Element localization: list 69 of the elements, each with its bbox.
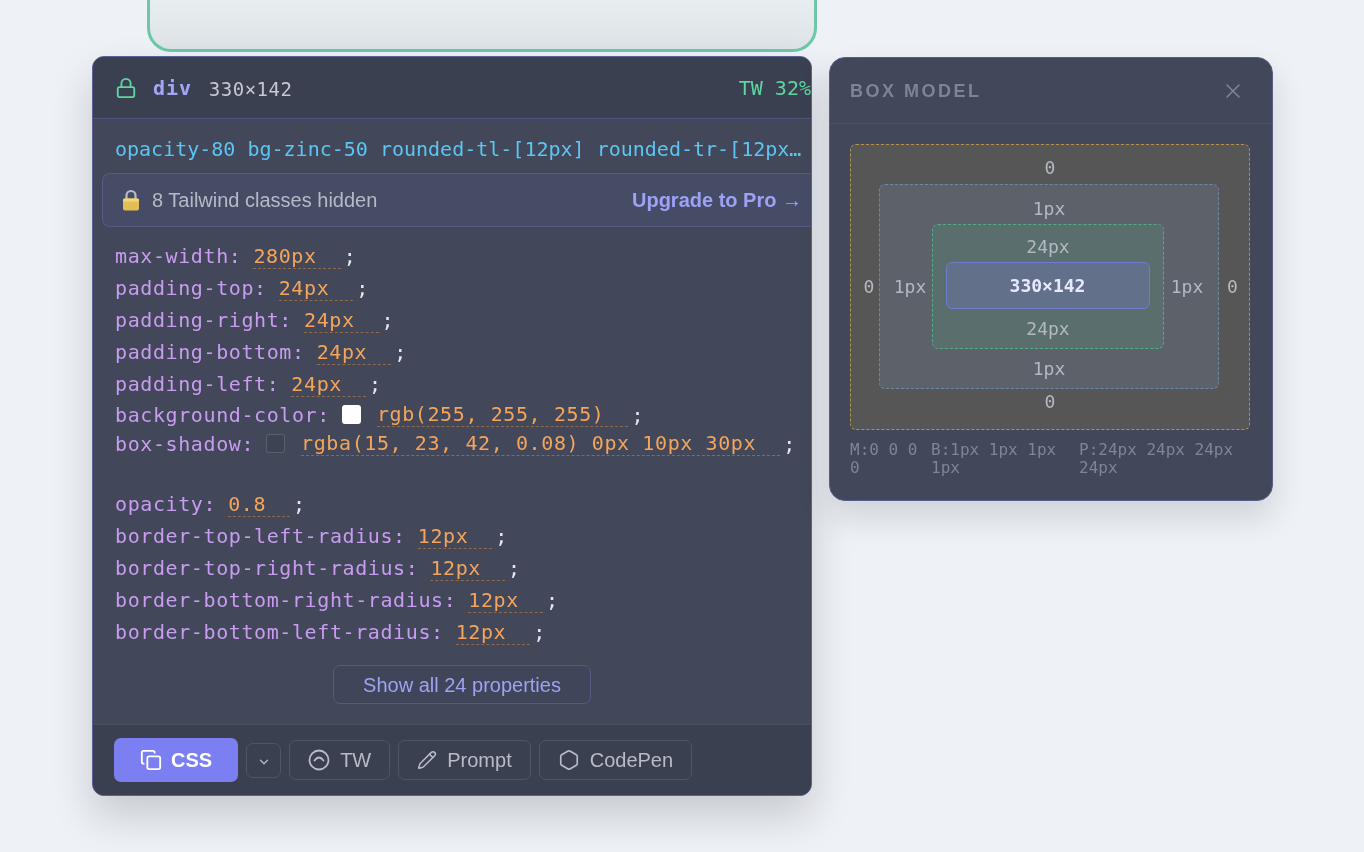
css-semicolon: ; xyxy=(368,371,382,398)
css-property: border-bottom-left-radius: xyxy=(115,619,444,646)
css-value[interactable]: 12px xyxy=(455,619,531,645)
box-summary-text: P:24px 24px 24px 24px xyxy=(1079,441,1235,477)
css-property: opacity: xyxy=(115,491,217,518)
css-semicolon: ; xyxy=(343,243,357,270)
css-property: border-top-right-radius: xyxy=(115,555,419,582)
css-value[interactable]: 12px xyxy=(468,587,543,613)
panel-title: BOX MODEL xyxy=(850,80,982,103)
css-property: padding-bottom: xyxy=(115,339,305,366)
css-property: padding-left: xyxy=(115,371,280,398)
css-value[interactable]: 12px xyxy=(417,523,493,549)
show-all-button[interactable]: Show all 24 properties xyxy=(333,665,591,704)
css-property: padding-right: xyxy=(115,307,292,334)
margin-bottom-value: 0 xyxy=(1044,391,1056,413)
css-property: padding-top: xyxy=(115,275,267,302)
css-semicolon: ; xyxy=(783,430,796,458)
css-value[interactable]: 24px xyxy=(316,339,392,365)
css-property: border-top-left-radius: xyxy=(115,523,406,550)
css-semicolon: ; xyxy=(533,619,546,646)
css-value[interactable]: 0.8 xyxy=(228,491,291,517)
lock-icon xyxy=(115,76,137,99)
codepen-button[interactable]: CodePen xyxy=(538,740,693,780)
tailwind-score: TW 32% xyxy=(738,74,811,102)
css-value[interactable]: 280px xyxy=(253,243,341,269)
css-semicolon: ; xyxy=(507,555,521,582)
css-property: background-color: xyxy=(115,401,330,429)
css-semicolon: ; xyxy=(356,275,369,302)
hexagon-icon xyxy=(557,749,580,771)
css-semicolon: ; xyxy=(381,307,395,334)
copy-icon xyxy=(140,749,162,771)
lock-icon xyxy=(122,189,140,211)
element-dimensions: 330×142 xyxy=(208,76,293,102)
css-button[interactable]: CSS xyxy=(114,738,239,782)
margin-left-value: 0 xyxy=(863,275,875,298)
css-property: border-bottom-right-radius: xyxy=(115,587,457,614)
pencil-icon xyxy=(417,750,438,770)
css-semicolon: ; xyxy=(495,523,508,550)
box-summary-text: B:1px 1px 1px 1px xyxy=(931,441,1058,477)
dropdown-button[interactable] xyxy=(246,742,282,778)
class-list: opacity-80 bg-zinc-50 rounded-tl-[12px] rounded-tr-[12px… xyxy=(115,134,802,164)
border-right-value: 1px xyxy=(1170,275,1204,298)
border-top-value: 1px xyxy=(1032,197,1066,220)
css-value[interactable]: rgba(15, 23, 42, 0.08) 0px 10px 30px xyxy=(301,431,781,456)
tw-button[interactable]: TW xyxy=(289,740,391,780)
css-value[interactable]: rgb(255, 255, 255) xyxy=(376,402,629,427)
padding-top-value: 24px xyxy=(1026,235,1070,258)
element-tag: div xyxy=(153,72,192,103)
box-summary-text: M:0 0 0 0 xyxy=(850,441,919,477)
css-semicolon: ; xyxy=(631,401,645,429)
border-bottom-value: 1px xyxy=(1032,357,1066,380)
css-semicolon: ; xyxy=(293,491,306,518)
css-property: max-width: xyxy=(115,243,242,270)
content-box: 330×142 xyxy=(945,262,1150,309)
prompt-button[interactable]: Prompt xyxy=(398,740,531,780)
css-semicolon: ; xyxy=(394,339,407,366)
css-semicolon: ; xyxy=(545,587,559,614)
css-value[interactable]: 24px xyxy=(278,275,354,301)
padding-bottom-value: 24px xyxy=(1026,317,1070,340)
upgrade-link[interactable]: Upgrade to Pro → xyxy=(632,185,802,215)
css-value[interactable]: 24px xyxy=(304,307,379,333)
css-value[interactable]: 12px xyxy=(430,555,505,581)
border-left-value: 1px xyxy=(893,275,927,298)
css-value[interactable]: 24px xyxy=(291,371,366,397)
css-property: box-shadow: xyxy=(115,430,255,458)
margin-top-value: 0 xyxy=(1044,156,1056,179)
hidden-classes-text: 8 Tailwind classes hidden xyxy=(152,188,378,213)
margin-right-value: 0 xyxy=(1227,275,1238,298)
circle-arc-icon xyxy=(308,749,331,771)
